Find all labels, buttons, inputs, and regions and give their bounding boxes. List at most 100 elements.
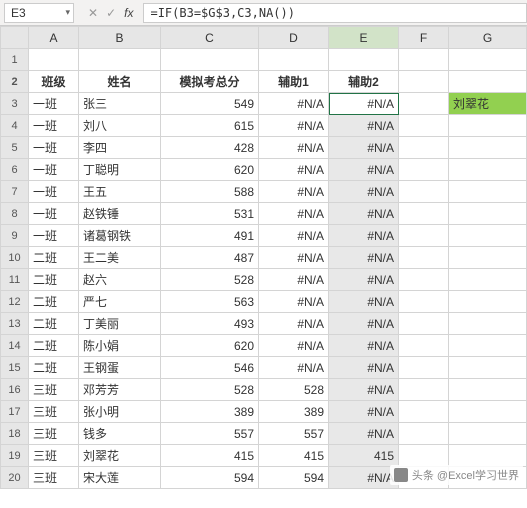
row-header[interactable]: 12	[1, 291, 29, 313]
cell[interactable]: 491	[161, 225, 259, 247]
cell[interactable]	[399, 291, 449, 313]
cell[interactable]	[399, 225, 449, 247]
cell[interactable]: #N/A	[259, 115, 329, 137]
cell[interactable]: 刘八	[79, 115, 161, 137]
cell[interactable]: 二班	[29, 291, 79, 313]
cell[interactable]: #N/A	[259, 357, 329, 379]
cell[interactable]: #N/A	[259, 269, 329, 291]
row-header[interactable]: 5	[1, 137, 29, 159]
cell[interactable]: #N/A	[329, 357, 399, 379]
cell[interactable]	[399, 137, 449, 159]
cell[interactable]: 三班	[29, 467, 79, 489]
cell[interactable]: 528	[161, 379, 259, 401]
row-header[interactable]: 9	[1, 225, 29, 247]
dropdown-icon[interactable]: ▾	[65, 7, 70, 18]
cell[interactable]: 钱多	[79, 423, 161, 445]
cell[interactable]: 389	[259, 401, 329, 423]
cell[interactable]: 487	[161, 247, 259, 269]
header-cell[interactable]: 模拟考总分	[161, 71, 259, 93]
cell[interactable]: 赵六	[79, 269, 161, 291]
cell[interactable]: #N/A	[329, 93, 399, 115]
cell[interactable]: #N/A	[329, 291, 399, 313]
cell[interactable]: 493	[161, 313, 259, 335]
cell[interactable]: 546	[161, 357, 259, 379]
cell[interactable]: #N/A	[259, 203, 329, 225]
header-cell[interactable]: 班级	[29, 71, 79, 93]
cell[interactable]: #N/A	[329, 401, 399, 423]
row-header[interactable]: 4	[1, 115, 29, 137]
cell-g3[interactable]: 刘翠花	[449, 93, 527, 115]
cell[interactable]: #N/A	[329, 269, 399, 291]
cell[interactable]	[399, 379, 449, 401]
cell[interactable]	[329, 49, 399, 71]
cell[interactable]	[399, 93, 449, 115]
col-header-C[interactable]: C	[161, 27, 259, 49]
row-header[interactable]: 6	[1, 159, 29, 181]
cell[interactable]	[399, 181, 449, 203]
cell[interactable]: 王钢蛋	[79, 357, 161, 379]
cell[interactable]	[399, 357, 449, 379]
cell[interactable]: 549	[161, 93, 259, 115]
cell[interactable]: 588	[161, 181, 259, 203]
cell[interactable]: 刘翠花	[79, 445, 161, 467]
cell[interactable]: 557	[259, 423, 329, 445]
cell[interactable]: #N/A	[329, 225, 399, 247]
name-box[interactable]: E3 ▾	[4, 3, 74, 23]
cell[interactable]	[399, 313, 449, 335]
cell[interactable]	[259, 49, 329, 71]
cell[interactable]	[399, 115, 449, 137]
cell[interactable]: 一班	[29, 137, 79, 159]
cell[interactable]	[399, 401, 449, 423]
cell[interactable]: #N/A	[259, 335, 329, 357]
cell[interactable]: 528	[259, 379, 329, 401]
spreadsheet-grid[interactable]: A B C D E F G 12班级姓名模拟考总分辅助1辅助23一班张三549#…	[0, 26, 527, 489]
cell[interactable]: 三班	[29, 379, 79, 401]
cell[interactable]: 王五	[79, 181, 161, 203]
cell[interactable]	[399, 269, 449, 291]
row-header[interactable]: 7	[1, 181, 29, 203]
cell[interactable]: #N/A	[259, 313, 329, 335]
cell[interactable]	[449, 137, 527, 159]
cell[interactable]: 528	[161, 269, 259, 291]
cell[interactable]	[449, 159, 527, 181]
col-header-G[interactable]: G	[449, 27, 527, 49]
cell[interactable]: 三班	[29, 445, 79, 467]
cell[interactable]: 415	[329, 445, 399, 467]
cell[interactable]: 428	[161, 137, 259, 159]
cell[interactable]	[449, 401, 527, 423]
cell[interactable]	[399, 49, 449, 71]
header-cell[interactable]	[399, 71, 449, 93]
cell[interactable]: 一班	[29, 181, 79, 203]
cell[interactable]	[449, 49, 527, 71]
cell[interactable]: 陈小娟	[79, 335, 161, 357]
cell[interactable]: #N/A	[329, 181, 399, 203]
cell[interactable]: 一班	[29, 203, 79, 225]
row-header[interactable]: 18	[1, 423, 29, 445]
cell[interactable]: #N/A	[259, 137, 329, 159]
cell[interactable]	[79, 49, 161, 71]
cell[interactable]	[449, 291, 527, 313]
cell[interactable]: 诸葛钢铁	[79, 225, 161, 247]
col-header-D[interactable]: D	[259, 27, 329, 49]
cell[interactable]: 严七	[79, 291, 161, 313]
cell[interactable]: #N/A	[259, 247, 329, 269]
cell[interactable]: #N/A	[329, 159, 399, 181]
cell[interactable]: #N/A	[329, 313, 399, 335]
cell[interactable]: 三班	[29, 423, 79, 445]
cell[interactable]: 王二美	[79, 247, 161, 269]
cell[interactable]: #N/A	[329, 379, 399, 401]
cell[interactable]: 563	[161, 291, 259, 313]
cell[interactable]: 389	[161, 401, 259, 423]
row-header[interactable]: 15	[1, 357, 29, 379]
cell[interactable]: 丁美丽	[79, 313, 161, 335]
cell[interactable]	[449, 225, 527, 247]
row-header[interactable]: 17	[1, 401, 29, 423]
cell[interactable]	[449, 445, 527, 467]
header-cell[interactable]: 姓名	[79, 71, 161, 93]
header-cell[interactable]: 辅助2	[329, 71, 399, 93]
cell[interactable]	[399, 159, 449, 181]
cell[interactable]: 615	[161, 115, 259, 137]
cell[interactable]	[449, 423, 527, 445]
cell[interactable]: #N/A	[259, 181, 329, 203]
cell[interactable]	[399, 335, 449, 357]
